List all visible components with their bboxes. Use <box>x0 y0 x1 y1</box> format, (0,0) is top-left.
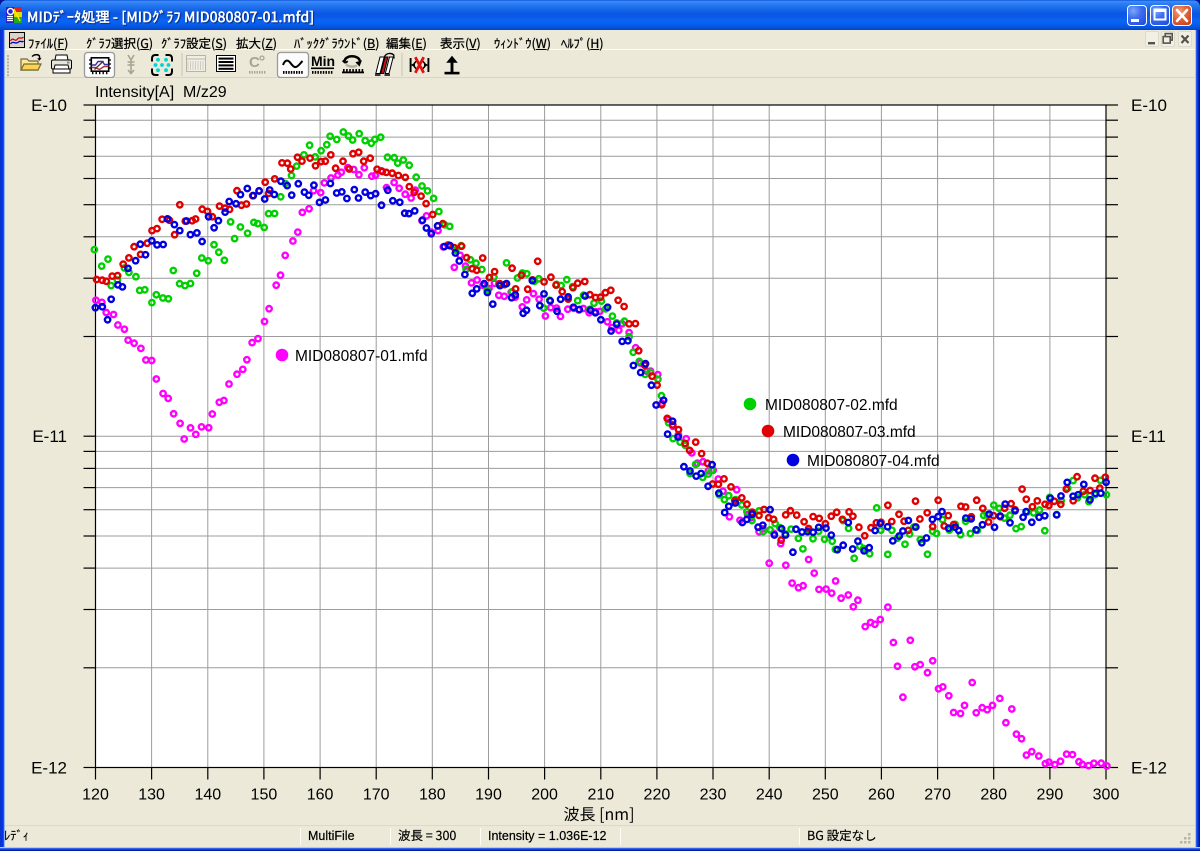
svg-text:Min: Min <box>311 53 335 69</box>
svg-text:C: C <box>249 54 260 71</box>
